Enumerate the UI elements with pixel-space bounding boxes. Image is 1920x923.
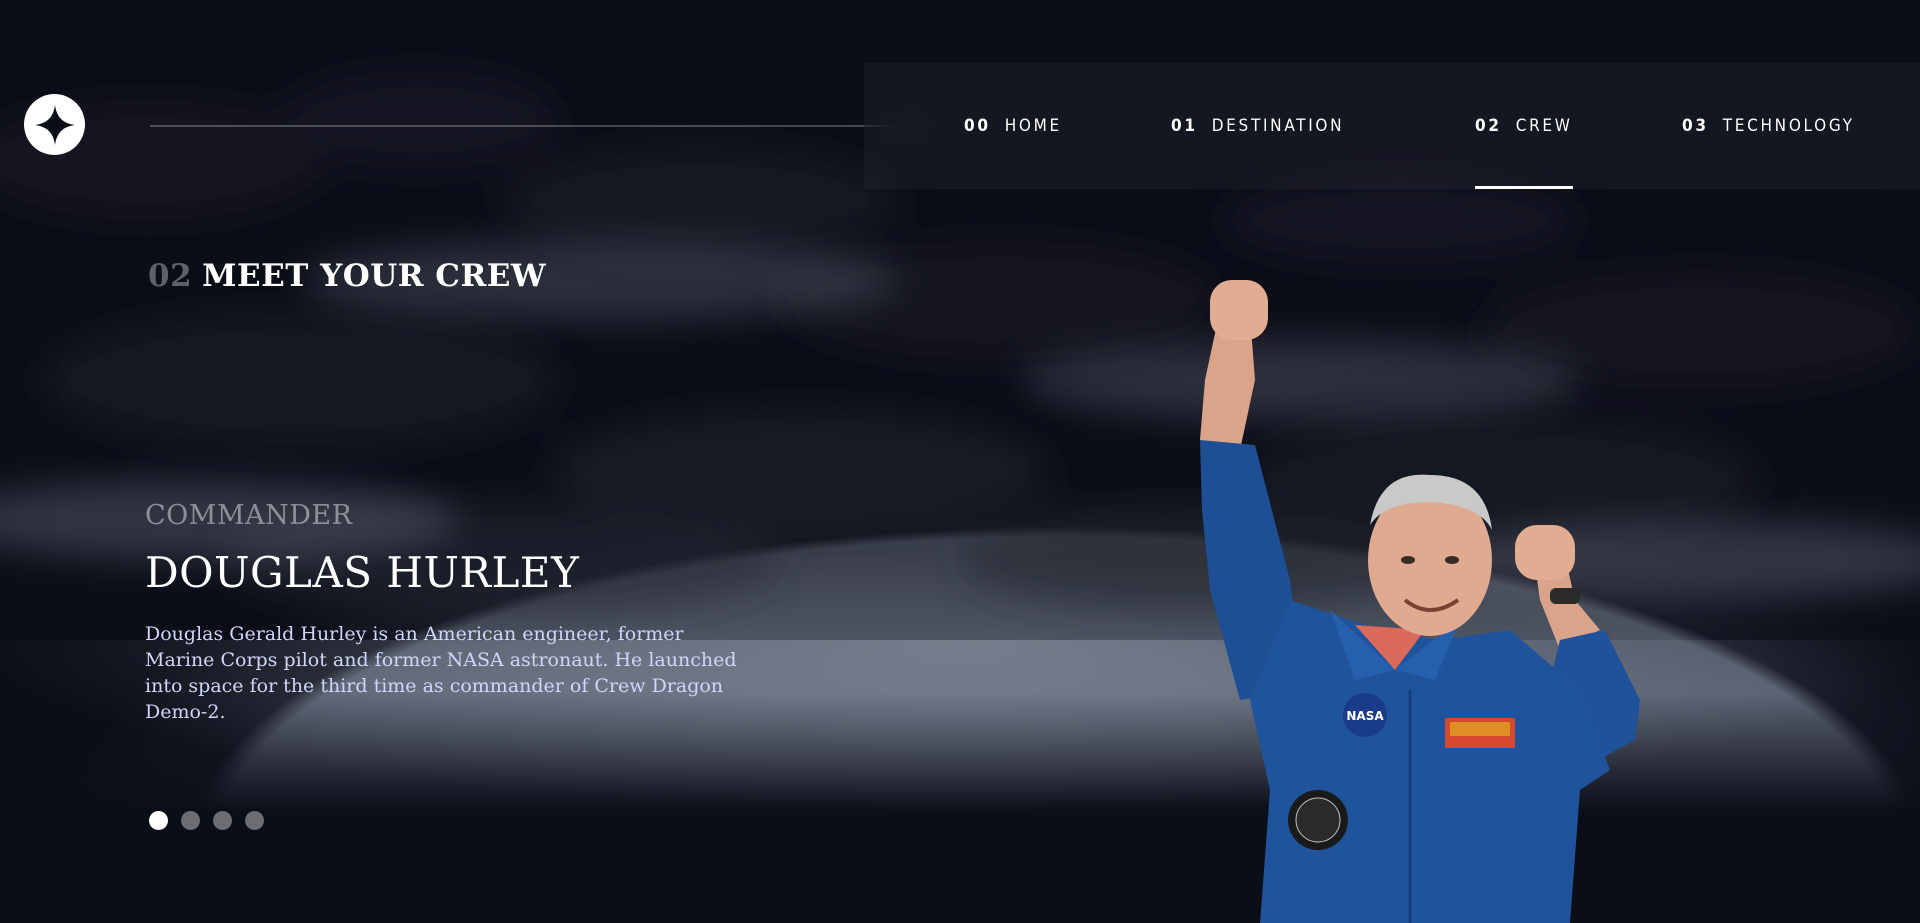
nav-item-technology[interactable]: 03 TECHNOLOGY	[1682, 63, 1855, 189]
nav-label: TECHNOLOGY	[1722, 116, 1855, 136]
nav-label: DESTINATION	[1211, 116, 1345, 136]
nav-number: 01	[1171, 116, 1198, 136]
crew-page: 00 HOME 01 DESTINATION 02 CREW 03 TECHNO…	[0, 0, 1920, 923]
nav-item-crew[interactable]: 02 CREW	[1475, 63, 1573, 189]
crew-bio: Douglas Gerald Hurley is an American eng…	[145, 623, 737, 723]
page-title-text: MEET YOUR CREW	[202, 258, 547, 294]
nav-item-destination[interactable]: 01 DESTINATION	[1171, 63, 1344, 189]
nav-item-home[interactable]: 00 HOME	[964, 63, 1062, 189]
crew-member-image: NASA	[1200, 280, 1640, 923]
slider-dot-2[interactable]	[181, 811, 200, 830]
page-title-number: 02	[148, 258, 193, 294]
slider-dot-3[interactable]	[213, 811, 232, 830]
crew-name: DOUGLAS HURLEY	[145, 548, 580, 597]
main-navigation: 00 HOME 01 DESTINATION 02 CREW 03 TECHNO…	[864, 63, 1920, 189]
crew-role: COMMANDER	[145, 500, 353, 531]
slider-dot-1[interactable]	[149, 811, 168, 830]
slider-dot-4[interactable]	[245, 811, 264, 830]
nav-number: 02	[1475, 116, 1502, 136]
logo[interactable]	[24, 94, 85, 155]
header-divider-line	[150, 125, 918, 127]
svg-text:NASA: NASA	[1346, 709, 1384, 723]
star-logo-icon	[34, 104, 75, 145]
crew-slider-dots	[149, 811, 264, 830]
nav-label: HOME	[1004, 116, 1062, 136]
nav-label: CREW	[1515, 116, 1573, 136]
nav-number: 00	[964, 116, 991, 136]
nav-number: 03	[1682, 116, 1709, 136]
page-title: 02 MEET YOUR CREW	[148, 258, 546, 294]
